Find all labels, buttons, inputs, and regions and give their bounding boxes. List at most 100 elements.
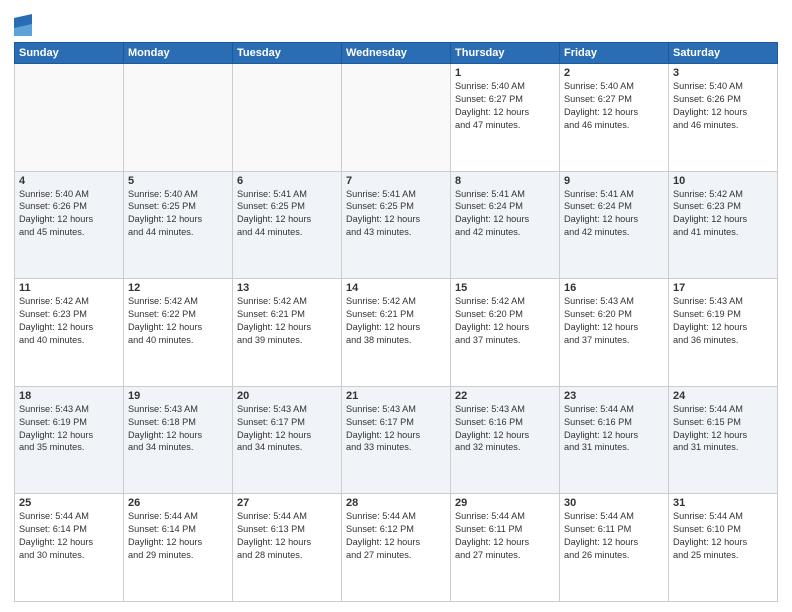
calendar-day-cell: 30Sunrise: 5:44 AM Sunset: 6:11 PM Dayli…	[560, 494, 669, 602]
calendar-day-cell	[15, 64, 124, 172]
logo	[14, 14, 35, 36]
weekday-header: Sunday	[15, 43, 124, 64]
calendar-day-cell: 18Sunrise: 5:43 AM Sunset: 6:19 PM Dayli…	[15, 386, 124, 494]
day-number: 17	[673, 282, 773, 294]
calendar-header-row: SundayMondayTuesdayWednesdayThursdayFrid…	[15, 43, 778, 64]
calendar-week-row: 25Sunrise: 5:44 AM Sunset: 6:14 PM Dayli…	[15, 494, 778, 602]
calendar-day-cell: 6Sunrise: 5:41 AM Sunset: 6:25 PM Daylig…	[233, 171, 342, 279]
day-number: 10	[673, 175, 773, 187]
day-info: Sunrise: 5:40 AM Sunset: 6:27 PM Dayligh…	[564, 80, 664, 132]
calendar-day-cell: 31Sunrise: 5:44 AM Sunset: 6:10 PM Dayli…	[669, 494, 778, 602]
day-number: 21	[346, 390, 446, 402]
calendar-day-cell: 16Sunrise: 5:43 AM Sunset: 6:20 PM Dayli…	[560, 279, 669, 387]
calendar-day-cell: 29Sunrise: 5:44 AM Sunset: 6:11 PM Dayli…	[451, 494, 560, 602]
weekday-header: Tuesday	[233, 43, 342, 64]
day-number: 5	[128, 175, 228, 187]
day-info: Sunrise: 5:42 AM Sunset: 6:23 PM Dayligh…	[19, 295, 119, 347]
day-number: 26	[128, 497, 228, 509]
calendar-day-cell: 10Sunrise: 5:42 AM Sunset: 6:23 PM Dayli…	[669, 171, 778, 279]
calendar-day-cell: 7Sunrise: 5:41 AM Sunset: 6:25 PM Daylig…	[342, 171, 451, 279]
weekday-header: Wednesday	[342, 43, 451, 64]
day-info: Sunrise: 5:43 AM Sunset: 6:20 PM Dayligh…	[564, 295, 664, 347]
day-number: 13	[237, 282, 337, 294]
calendar-day-cell: 2Sunrise: 5:40 AM Sunset: 6:27 PM Daylig…	[560, 64, 669, 172]
day-info: Sunrise: 5:44 AM Sunset: 6:11 PM Dayligh…	[564, 510, 664, 562]
day-info: Sunrise: 5:43 AM Sunset: 6:18 PM Dayligh…	[128, 403, 228, 455]
calendar-day-cell: 28Sunrise: 5:44 AM Sunset: 6:12 PM Dayli…	[342, 494, 451, 602]
weekday-header: Thursday	[451, 43, 560, 64]
calendar-day-cell: 17Sunrise: 5:43 AM Sunset: 6:19 PM Dayli…	[669, 279, 778, 387]
day-info: Sunrise: 5:43 AM Sunset: 6:17 PM Dayligh…	[237, 403, 337, 455]
day-info: Sunrise: 5:43 AM Sunset: 6:17 PM Dayligh…	[346, 403, 446, 455]
day-number: 22	[455, 390, 555, 402]
day-info: Sunrise: 5:40 AM Sunset: 6:25 PM Dayligh…	[128, 188, 228, 240]
calendar-week-row: 11Sunrise: 5:42 AM Sunset: 6:23 PM Dayli…	[15, 279, 778, 387]
day-info: Sunrise: 5:44 AM Sunset: 6:14 PM Dayligh…	[19, 510, 119, 562]
day-info: Sunrise: 5:41 AM Sunset: 6:25 PM Dayligh…	[237, 188, 337, 240]
header	[14, 10, 778, 36]
day-number: 2	[564, 67, 664, 79]
calendar-day-cell: 12Sunrise: 5:42 AM Sunset: 6:22 PM Dayli…	[124, 279, 233, 387]
day-number: 7	[346, 175, 446, 187]
calendar-day-cell: 23Sunrise: 5:44 AM Sunset: 6:16 PM Dayli…	[560, 386, 669, 494]
day-number: 4	[19, 175, 119, 187]
calendar-week-row: 18Sunrise: 5:43 AM Sunset: 6:19 PM Dayli…	[15, 386, 778, 494]
day-number: 18	[19, 390, 119, 402]
calendar-day-cell: 9Sunrise: 5:41 AM Sunset: 6:24 PM Daylig…	[560, 171, 669, 279]
weekday-header: Monday	[124, 43, 233, 64]
calendar-day-cell: 14Sunrise: 5:42 AM Sunset: 6:21 PM Dayli…	[342, 279, 451, 387]
day-number: 16	[564, 282, 664, 294]
calendar-day-cell: 24Sunrise: 5:44 AM Sunset: 6:15 PM Dayli…	[669, 386, 778, 494]
day-info: Sunrise: 5:44 AM Sunset: 6:10 PM Dayligh…	[673, 510, 773, 562]
day-number: 27	[237, 497, 337, 509]
page: SundayMondayTuesdayWednesdayThursdayFrid…	[0, 0, 792, 612]
day-info: Sunrise: 5:43 AM Sunset: 6:16 PM Dayligh…	[455, 403, 555, 455]
day-info: Sunrise: 5:40 AM Sunset: 6:27 PM Dayligh…	[455, 80, 555, 132]
day-info: Sunrise: 5:40 AM Sunset: 6:26 PM Dayligh…	[673, 80, 773, 132]
calendar-day-cell: 8Sunrise: 5:41 AM Sunset: 6:24 PM Daylig…	[451, 171, 560, 279]
day-number: 23	[564, 390, 664, 402]
day-info: Sunrise: 5:43 AM Sunset: 6:19 PM Dayligh…	[19, 403, 119, 455]
weekday-header: Saturday	[669, 43, 778, 64]
day-number: 3	[673, 67, 773, 79]
calendar-day-cell: 5Sunrise: 5:40 AM Sunset: 6:25 PM Daylig…	[124, 171, 233, 279]
day-info: Sunrise: 5:41 AM Sunset: 6:24 PM Dayligh…	[564, 188, 664, 240]
calendar-day-cell: 13Sunrise: 5:42 AM Sunset: 6:21 PM Dayli…	[233, 279, 342, 387]
day-info: Sunrise: 5:44 AM Sunset: 6:13 PM Dayligh…	[237, 510, 337, 562]
calendar-day-cell	[233, 64, 342, 172]
day-number: 30	[564, 497, 664, 509]
day-number: 24	[673, 390, 773, 402]
calendar-day-cell: 20Sunrise: 5:43 AM Sunset: 6:17 PM Dayli…	[233, 386, 342, 494]
calendar-day-cell: 4Sunrise: 5:40 AM Sunset: 6:26 PM Daylig…	[15, 171, 124, 279]
calendar-day-cell: 26Sunrise: 5:44 AM Sunset: 6:14 PM Dayli…	[124, 494, 233, 602]
calendar-day-cell: 15Sunrise: 5:42 AM Sunset: 6:20 PM Dayli…	[451, 279, 560, 387]
day-info: Sunrise: 5:42 AM Sunset: 6:21 PM Dayligh…	[346, 295, 446, 347]
calendar-week-row: 1Sunrise: 5:40 AM Sunset: 6:27 PM Daylig…	[15, 64, 778, 172]
calendar-day-cell: 22Sunrise: 5:43 AM Sunset: 6:16 PM Dayli…	[451, 386, 560, 494]
calendar-day-cell: 3Sunrise: 5:40 AM Sunset: 6:26 PM Daylig…	[669, 64, 778, 172]
logo-icon	[14, 14, 32, 36]
day-number: 6	[237, 175, 337, 187]
calendar-week-row: 4Sunrise: 5:40 AM Sunset: 6:26 PM Daylig…	[15, 171, 778, 279]
day-info: Sunrise: 5:42 AM Sunset: 6:21 PM Dayligh…	[237, 295, 337, 347]
day-number: 25	[19, 497, 119, 509]
day-number: 15	[455, 282, 555, 294]
day-number: 20	[237, 390, 337, 402]
calendar-day-cell: 25Sunrise: 5:44 AM Sunset: 6:14 PM Dayli…	[15, 494, 124, 602]
day-number: 1	[455, 67, 555, 79]
calendar-day-cell: 21Sunrise: 5:43 AM Sunset: 6:17 PM Dayli…	[342, 386, 451, 494]
day-info: Sunrise: 5:44 AM Sunset: 6:12 PM Dayligh…	[346, 510, 446, 562]
day-number: 9	[564, 175, 664, 187]
day-number: 19	[128, 390, 228, 402]
calendar-day-cell	[124, 64, 233, 172]
day-info: Sunrise: 5:43 AM Sunset: 6:19 PM Dayligh…	[673, 295, 773, 347]
calendar-table: SundayMondayTuesdayWednesdayThursdayFrid…	[14, 42, 778, 602]
calendar-day-cell: 19Sunrise: 5:43 AM Sunset: 6:18 PM Dayli…	[124, 386, 233, 494]
day-info: Sunrise: 5:42 AM Sunset: 6:23 PM Dayligh…	[673, 188, 773, 240]
day-info: Sunrise: 5:44 AM Sunset: 6:16 PM Dayligh…	[564, 403, 664, 455]
day-number: 29	[455, 497, 555, 509]
day-info: Sunrise: 5:42 AM Sunset: 6:20 PM Dayligh…	[455, 295, 555, 347]
calendar-day-cell: 27Sunrise: 5:44 AM Sunset: 6:13 PM Dayli…	[233, 494, 342, 602]
day-number: 28	[346, 497, 446, 509]
day-info: Sunrise: 5:44 AM Sunset: 6:11 PM Dayligh…	[455, 510, 555, 562]
